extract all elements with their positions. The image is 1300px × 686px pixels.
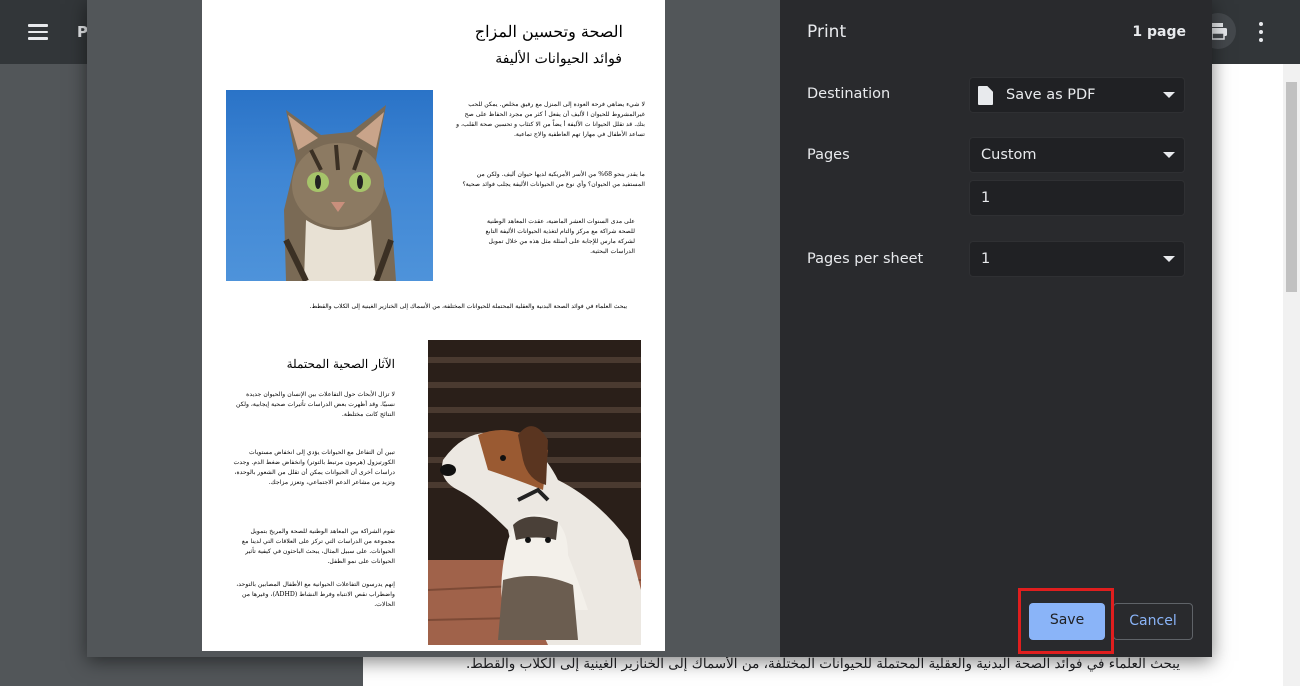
chevron-down-icon (1163, 92, 1175, 98)
custom-pages-input[interactable]: 1 (969, 180, 1185, 216)
print-preview-area: الصحة وتحسين المزاج فوائد الحيوانات الأل… (87, 0, 780, 657)
save-button-highlight (1018, 588, 1114, 654)
print-dialog: الصحة وتحسين المزاج فوائد الحيوانات الأل… (87, 0, 1212, 657)
chevron-down-icon (1163, 256, 1175, 262)
destination-value: Save as PDF (1006, 87, 1096, 103)
pages-per-sheet-label: Pages per sheet (807, 251, 923, 267)
scrollbar-thumb[interactable] (1286, 82, 1297, 292)
preview-para-3: على مدى السنوات العشر الماضية، عقدت المع… (475, 217, 635, 257)
preview-section-para-4: إنهم يدرسون التفاعلات الحيوانية مع الأطف… (230, 580, 395, 610)
pages-select[interactable]: Custom (969, 137, 1185, 173)
preview-page: الصحة وتحسين المزاج فوائد الحيوانات الأل… (202, 0, 665, 651)
destination-select[interactable]: Save as PDF (969, 77, 1185, 113)
preview-para-1: لا شيء يضاهي فرحة العودة إلى المنزل مع ر… (455, 100, 645, 140)
preview-title: الصحة وتحسين المزاج (475, 22, 623, 41)
preview-section-para-2: تبين أن التفاعل مع الحيوانات يؤدي إلى ان… (230, 448, 395, 488)
preview-para-2: ما يقدر بنحو 68% من الأسر الأمريكية لديه… (455, 170, 645, 190)
preview-section-para-3: تقوم الشراكة بين المعاهد الوطنية للصحة و… (230, 527, 395, 567)
preview-caption: يبحث العلماء في فوائد الصحة البدنية والع… (227, 303, 627, 310)
viewer-scrollbar[interactable] (1283, 64, 1300, 686)
pdf-document-icon (978, 86, 993, 105)
pages-per-sheet-select[interactable]: 1 (969, 241, 1185, 277)
cat-photo (226, 90, 433, 281)
chevron-down-icon (1163, 152, 1175, 158)
print-settings-panel: Print 1 page Destination Save as PDF Pag… (780, 0, 1212, 657)
page-count: 1 page (1132, 24, 1186, 40)
preview-subtitle: فوائد الحيوانات الأليفة (495, 51, 622, 67)
more-options-icon[interactable] (1248, 20, 1272, 44)
viewer-bottom-text: يبحث العلماء في فوائد الصحة البدنية والع… (420, 656, 1180, 672)
print-title: Print (807, 22, 846, 42)
cancel-button[interactable]: Cancel (1113, 603, 1193, 640)
pages-value: Custom (981, 147, 1037, 163)
menu-icon[interactable] (28, 24, 48, 40)
destination-label: Destination (807, 86, 890, 102)
pages-per-sheet-value: 1 (981, 251, 990, 267)
dog-and-cat-photo (428, 340, 641, 645)
preview-section-para-1: لا تزال الأبحاث حول التفاعلات بين الإنسا… (230, 390, 395, 420)
preview-section-title: الآثار الصحية المحتملة (287, 357, 395, 371)
pages-label: Pages (807, 147, 850, 163)
custom-pages-value: 1 (981, 190, 990, 206)
